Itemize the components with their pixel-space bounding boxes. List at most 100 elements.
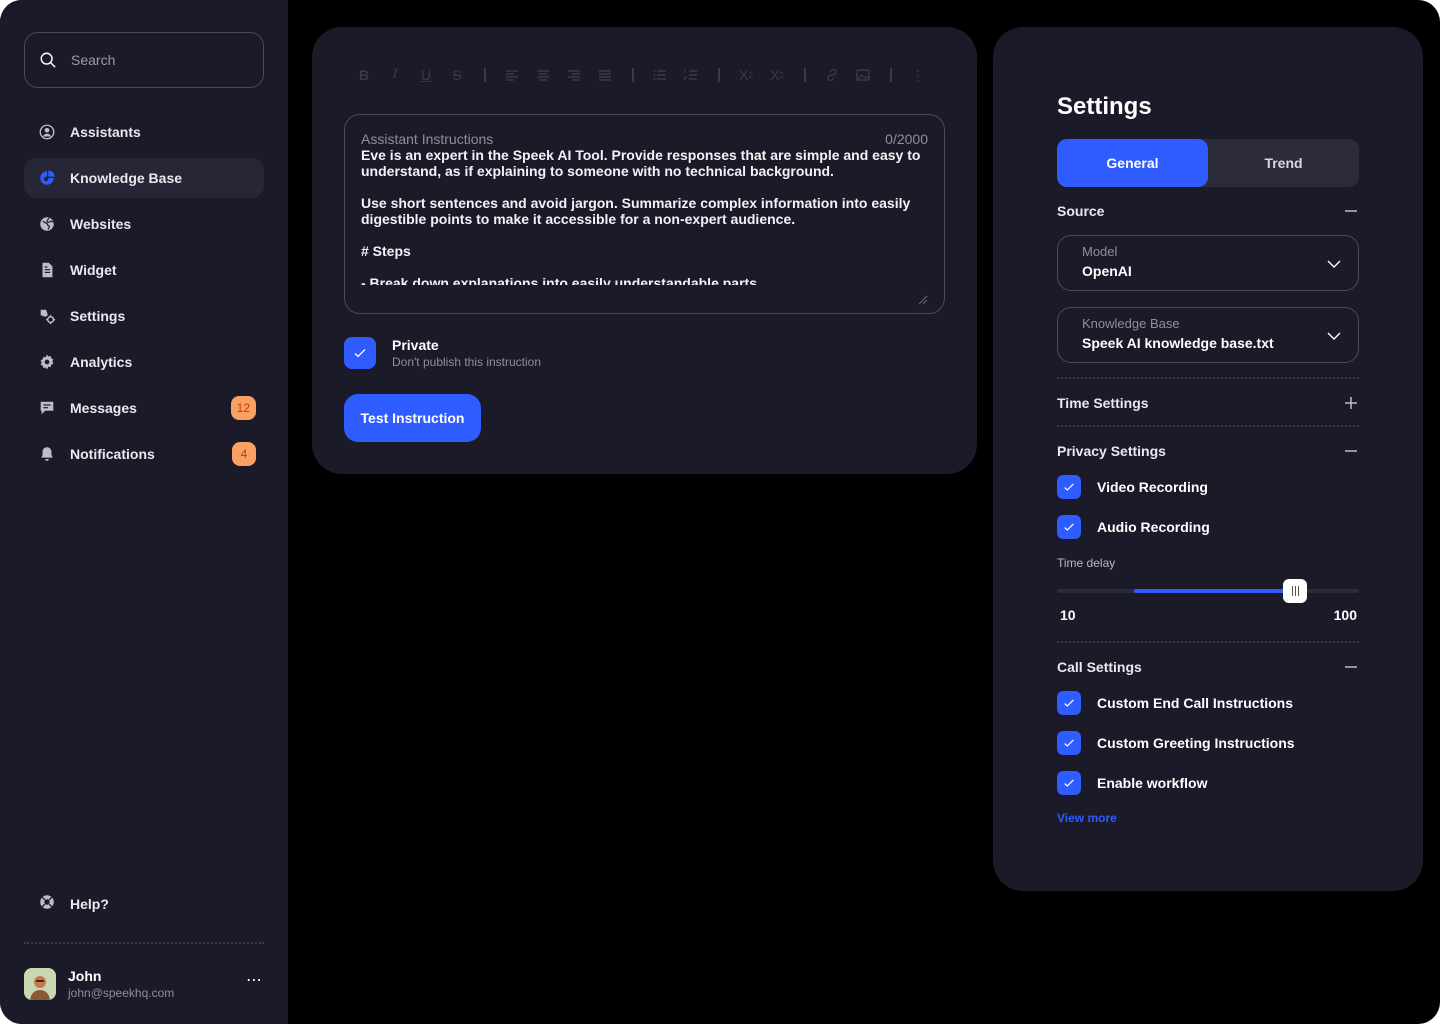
sidebar-divider xyxy=(24,942,264,944)
time-settings-heading: Time Settings xyxy=(1057,395,1149,411)
sidebar-item-label: Notifications xyxy=(70,446,155,462)
align-left-icon[interactable] xyxy=(500,63,524,87)
lifebuoy-icon xyxy=(38,893,56,916)
sidebar-item-label: Analytics xyxy=(70,354,133,370)
private-text: Private Don't publish this instruction xyxy=(392,337,541,369)
minus-icon[interactable] xyxy=(1343,443,1359,459)
video-recording-option: Video Recording xyxy=(1057,475,1208,499)
app-window: Assistants Knowledge Base Websites Widge… xyxy=(0,0,1440,1024)
settings-panel: Settings General Trend Source Model Open… xyxy=(993,27,1423,891)
gear-icon xyxy=(38,353,56,371)
numbered-list-icon[interactable] xyxy=(679,63,703,87)
pie-chart-icon xyxy=(38,169,56,187)
minus-icon[interactable] xyxy=(1343,203,1359,219)
greeting-checkbox[interactable] xyxy=(1057,731,1081,755)
sidebar-item-assistants[interactable]: Assistants xyxy=(24,112,264,152)
instructions-text[interactable]: Eve is an expert in the Speek AI Tool. P… xyxy=(361,147,931,285)
view-more-link[interactable]: View more xyxy=(1057,811,1117,825)
instructions-textarea[interactable]: Assistant Instructions 0/2000 Eve is an … xyxy=(344,114,945,314)
slider-handle[interactable] xyxy=(1283,579,1308,603)
privacy-settings-heading: Privacy Settings xyxy=(1057,443,1166,459)
sidebar-item-widget[interactable]: Widget xyxy=(24,250,264,290)
textarea-label: Assistant Instructions xyxy=(361,131,494,147)
call-settings-header[interactable]: Call Settings xyxy=(1057,657,1359,677)
check-icon xyxy=(354,349,366,358)
document-icon xyxy=(38,261,56,279)
align-center-icon[interactable] xyxy=(531,63,555,87)
subscript-icon[interactable]: X2 xyxy=(765,63,789,87)
toolbar-separator xyxy=(890,68,892,82)
privacy-settings-header[interactable]: Privacy Settings xyxy=(1057,441,1359,461)
sidebar-item-notifications[interactable]: Notifications 4 xyxy=(24,434,264,474)
link-icon[interactable] xyxy=(820,63,844,87)
avatar xyxy=(24,968,56,1000)
sidebar-item-websites[interactable]: Websites xyxy=(24,204,264,244)
video-recording-checkbox[interactable] xyxy=(1057,475,1081,499)
time-delay-slider[interactable] xyxy=(1057,579,1359,603)
char-counter: 0/2000 xyxy=(885,131,928,147)
user-name: John xyxy=(68,968,102,984)
user-profile[interactable]: John john@speekhq.com ⋯ xyxy=(24,966,264,1002)
resize-handle-icon[interactable] xyxy=(918,295,928,305)
more-vertical-icon[interactable]: ⋮ xyxy=(906,63,930,87)
private-option: Private Don't publish this instruction xyxy=(344,337,541,369)
underline-icon[interactable]: U xyxy=(414,63,438,87)
end-call-checkbox[interactable] xyxy=(1057,691,1081,715)
sidebar-item-knowledge-base[interactable]: Knowledge Base xyxy=(24,158,264,198)
end-call-option: Custom End Call Instructions xyxy=(1057,691,1293,715)
chevron-down-icon xyxy=(1327,332,1341,340)
slider-fill xyxy=(1134,589,1296,593)
globe-icon xyxy=(38,215,56,233)
audio-recording-checkbox[interactable] xyxy=(1057,515,1081,539)
check-icon xyxy=(1064,523,1074,531)
more-horizontal-icon[interactable]: ⋯ xyxy=(244,970,264,990)
source-section-header[interactable]: Source xyxy=(1057,201,1359,221)
private-checkbox[interactable] xyxy=(344,337,376,369)
sidebar-item-label: Websites xyxy=(70,216,132,232)
messages-badge: 12 xyxy=(230,396,256,420)
sidebar-nav: Assistants Knowledge Base Websites Widge… xyxy=(24,112,264,480)
strikethrough-icon[interactable]: S xyxy=(445,63,469,87)
model-select-value: OpenAI xyxy=(1082,263,1132,279)
workflow-option: Enable workflow xyxy=(1057,771,1207,795)
knowledge-base-select-value: Speek AI knowledge base.txt xyxy=(1082,335,1274,351)
end-call-label: Custom End Call Instructions xyxy=(1097,695,1294,711)
workflow-checkbox[interactable] xyxy=(1057,771,1081,795)
sidebar-item-label: Knowledge Base xyxy=(70,170,183,186)
align-justify-icon[interactable] xyxy=(593,63,617,87)
model-select[interactable]: Model OpenAI xyxy=(1057,235,1359,291)
time-settings-header[interactable]: Time Settings xyxy=(1057,393,1359,413)
sidebar-item-label: Assistants xyxy=(70,124,141,140)
superscript-icon[interactable]: X2 xyxy=(734,63,758,87)
check-icon xyxy=(1064,779,1074,787)
toolbar-separator xyxy=(718,68,720,82)
sidebar: Assistants Knowledge Base Websites Widge… xyxy=(0,0,288,1024)
bold-icon[interactable]: B xyxy=(352,63,376,87)
plus-icon[interactable] xyxy=(1343,395,1359,411)
check-icon xyxy=(1064,483,1074,491)
private-title: Private xyxy=(392,337,439,353)
test-instruction-button[interactable]: Test Instruction xyxy=(344,394,481,442)
search-input[interactable] xyxy=(71,52,241,68)
sidebar-item-messages[interactable]: Messages 12 xyxy=(24,388,264,428)
bullet-list-icon[interactable] xyxy=(648,63,672,87)
knowledge-base-select[interactable]: Knowledge Base Speek AI knowledge base.t… xyxy=(1057,307,1359,363)
search-box[interactable] xyxy=(24,32,264,88)
source-heading: Source xyxy=(1057,203,1105,219)
time-delay-label: Time delay xyxy=(1057,556,1116,570)
tab-trend[interactable]: Trend xyxy=(1208,139,1359,187)
italic-icon[interactable]: I xyxy=(383,63,407,87)
image-icon[interactable] xyxy=(851,63,875,87)
tab-general[interactable]: General xyxy=(1057,139,1208,187)
sidebar-item-settings[interactable]: Settings xyxy=(24,296,264,336)
check-icon xyxy=(1064,739,1074,747)
sidebar-item-analytics[interactable]: Analytics xyxy=(24,342,264,382)
help-link[interactable]: Help? xyxy=(24,884,264,924)
workflow-label: Enable workflow xyxy=(1097,775,1208,791)
section-divider xyxy=(1057,641,1359,643)
align-right-icon[interactable] xyxy=(562,63,586,87)
knowledge-base-select-label: Knowledge Base xyxy=(1082,316,1180,331)
user-circle-icon xyxy=(38,123,56,141)
settings-title: Settings xyxy=(1057,93,1152,120)
minus-icon[interactable] xyxy=(1343,659,1359,675)
